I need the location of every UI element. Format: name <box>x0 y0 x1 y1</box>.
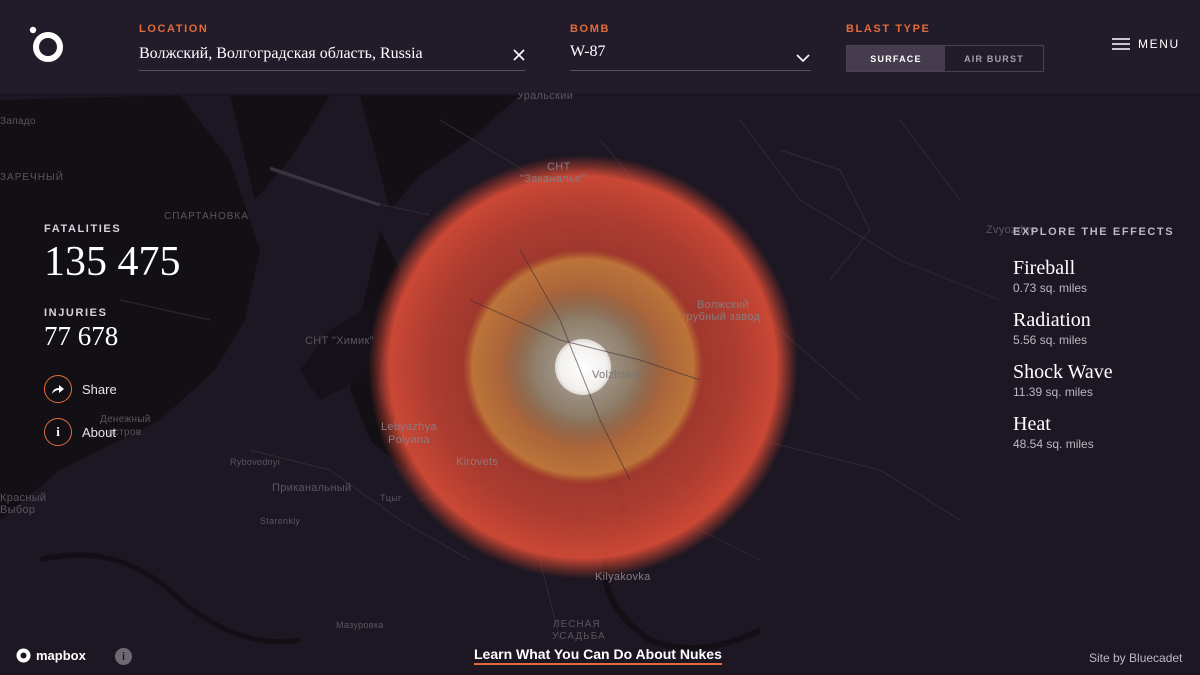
effect-area: 0.73 sq. miles <box>1013 281 1088 295</box>
map-label-prikanalny: Приканальный <box>272 482 352 494</box>
effects-title: Explore the Effects <box>1013 226 1175 238</box>
map-label-lesnaya-2: усадьба <box>552 631 606 642</box>
effect-heat[interactable]: Heat 48.54 sq. miles <box>1013 413 1094 451</box>
learn-what-you-can-do-link[interactable]: Learn What You Can Do About Nukes <box>474 646 722 665</box>
map-label-kirovets: Kirovets <box>456 456 499 468</box>
mapbox-logo-icon <box>16 648 31 663</box>
map-label-mazurovka: Мазуровка <box>336 620 384 630</box>
map-attribution-info-icon[interactable]: i <box>115 648 132 665</box>
map-label-krasny-2: Выбор <box>0 504 36 516</box>
map-label-snt-zakanalye-2: "Заканалье" <box>520 173 586 185</box>
fatalities-label: Fatalities <box>44 223 122 235</box>
map-label-denezhny: Денежный <box>100 414 151 425</box>
blast-type-toggle: Surface Air Burst <box>846 45 1044 72</box>
effect-area: 48.54 sq. miles <box>1013 437 1094 451</box>
share-label[interactable]: Share <box>82 382 117 397</box>
menu-button[interactable]: Menu <box>1112 37 1180 51</box>
site-credit-link[interactable]: Site by Bluecadet <box>1089 651 1182 665</box>
effect-name: Heat <box>1013 413 1051 435</box>
map-label-rybovodny: Rybovodnyi <box>230 457 281 467</box>
map-label-lebyazhya-2: Polyana <box>388 434 430 446</box>
injuries-label: Injuries <box>44 307 108 319</box>
blast-type-label: Blast Type <box>846 23 931 35</box>
bomb-select[interactable]: W-87 <box>570 43 606 61</box>
effect-area: 11.39 sq. miles <box>1013 385 1093 399</box>
map-label-volzhsky-zavod-2: трубный завод <box>681 311 761 323</box>
about-label[interactable]: About <box>82 425 116 440</box>
share-arrow-icon <box>52 385 64 394</box>
blast-option-air-burst[interactable]: Air Burst <box>945 46 1043 71</box>
effect-name: Radiation <box>1013 309 1091 331</box>
effect-fireball[interactable]: Fireball 0.73 sq. miles <box>1013 257 1087 295</box>
share-button[interactable] <box>44 375 72 403</box>
location-underline <box>139 70 525 71</box>
map-label-snt-zakanalye: СНТ <box>547 161 571 173</box>
map-label-lesnaya: Лесная <box>553 619 601 630</box>
map-label-starenkiy: Starenkiy <box>260 516 301 526</box>
effect-area: 5.56 sq. miles <box>1013 333 1088 347</box>
site-logo-icon[interactable] <box>28 26 64 62</box>
effect-shock-wave[interactable]: Shock Wave 11.39 sq. miles <box>1013 361 1113 399</box>
clear-location-icon[interactable] <box>510 46 528 64</box>
bomb-label: Bomb <box>570 23 611 35</box>
fatalities-value: 135 475 <box>44 239 181 285</box>
chevron-down-icon[interactable] <box>795 52 811 64</box>
map-label-volzhskiy: Volzhskiy <box>592 369 641 381</box>
map-label-tsyk: Тцыг <box>380 493 402 503</box>
top-bar: Location Волжский, Волгоградская область… <box>0 0 1200 93</box>
effect-name: Fireball <box>1013 257 1076 279</box>
location-label: Location <box>139 23 209 35</box>
map-label-lebyazhya: Lebyazhya <box>381 421 437 433</box>
map-label-volzhsky-zavod: Волжский <box>697 299 749 311</box>
blast-option-surface[interactable]: Surface <box>847 46 945 71</box>
mapbox-logo[interactable]: mapbox <box>16 648 86 663</box>
map-label-zapadny: Западо <box>0 116 36 127</box>
injuries-value: 77 678 <box>44 321 119 351</box>
menu-label: Menu <box>1138 37 1180 51</box>
bomb-underline <box>570 70 811 71</box>
map-label-snt-khimik: СНТ "Химик" <box>305 335 374 347</box>
location-input[interactable]: Волжский, Волгоградская область, Russia <box>139 45 423 63</box>
map-label-spartanovka: Спартановка <box>164 211 249 222</box>
mapbox-label: mapbox <box>36 648 86 663</box>
info-icon: i <box>56 424 60 439</box>
effect-name: Shock Wave <box>1013 361 1113 383</box>
map-label-zarechny: Заречный <box>0 172 64 183</box>
hamburger-icon <box>1112 38 1130 50</box>
map-label-kilyakovka: Kilyakovka <box>595 571 651 583</box>
about-button[interactable]: i <box>44 418 72 446</box>
map-label-krasny: Красный <box>0 492 47 504</box>
effect-radiation[interactable]: Radiation 5.56 sq. miles <box>1013 309 1091 347</box>
